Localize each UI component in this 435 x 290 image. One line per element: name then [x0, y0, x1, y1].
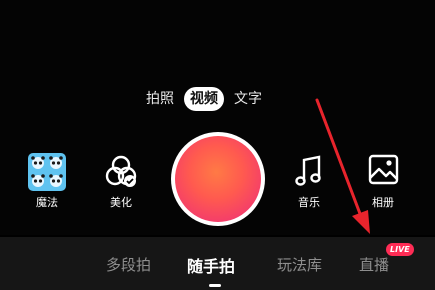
record-button[interactable] [171, 132, 265, 226]
album-label: 相册 [372, 196, 394, 209]
beautify-button[interactable]: 美化 [95, 152, 147, 210]
camera-screen: 拍照 视频 文字 魔法 美化 音乐 相册 多段拍 随手拍 玩法库 直播 LIVE [0, 0, 435, 290]
nav-multi-segment[interactable]: 多段拍 [106, 254, 151, 275]
music-label: 音乐 [298, 196, 320, 209]
beautify-label: 美化 [110, 196, 132, 209]
nav-templates[interactable]: 玩法库 [277, 254, 322, 275]
record-button-core [175, 136, 261, 222]
tab-video[interactable]: 视频 [184, 87, 224, 111]
music-note-icon [288, 152, 330, 192]
tab-photo[interactable]: 拍照 [140, 87, 180, 111]
album-image-icon [362, 152, 404, 192]
bottom-mode-bar: 多段拍 随手拍 玩法库 直播 [0, 237, 435, 290]
album-button[interactable]: 相册 [357, 152, 409, 210]
magic-grid-icon [26, 152, 68, 192]
live-badge: LIVE [386, 243, 414, 256]
nav-live[interactable]: 直播 [359, 254, 389, 275]
magic-button[interactable]: 魔法 [21, 152, 73, 210]
capture-mode-tabs: 拍照 视频 文字 [140, 86, 268, 112]
music-button[interactable]: 音乐 [283, 152, 335, 210]
magic-label: 魔法 [36, 196, 58, 209]
beautify-icon [100, 152, 142, 192]
nav-casual-shoot[interactable]: 随手拍 [187, 253, 235, 277]
tab-text[interactable]: 文字 [228, 87, 268, 111]
active-tab-indicator [209, 284, 221, 287]
